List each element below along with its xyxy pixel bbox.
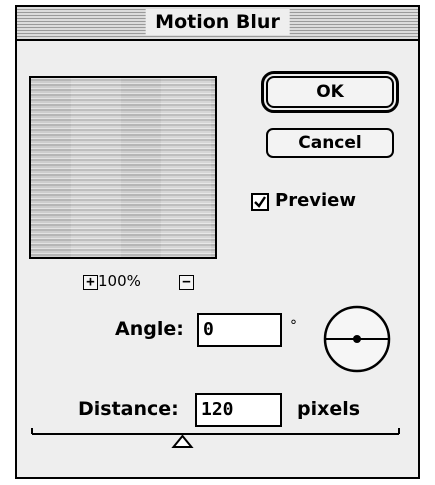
zoom-out-button[interactable]: − — [179, 275, 194, 290]
zoom-level: 100% — [98, 272, 141, 290]
title-bar[interactable]: Motion Blur — [17, 7, 418, 41]
distance-slider[interactable] — [28, 425, 403, 455]
distance-unit: pixels — [297, 398, 361, 420]
angle-input[interactable]: 0 — [197, 313, 282, 347]
degree-symbol: ° — [290, 318, 297, 334]
preview-checkbox[interactable] — [251, 193, 269, 211]
distance-input[interactable]: 120 — [195, 393, 282, 427]
triangle-thumb-icon[interactable] — [171, 434, 194, 448]
plus-icon: + — [86, 274, 95, 290]
preview-image[interactable] — [29, 76, 217, 259]
checkmark-icon — [254, 196, 266, 208]
minus-icon: − — [182, 274, 191, 290]
dialog-title: Motion Blur — [145, 9, 290, 35]
distance-label: Distance: — [78, 398, 179, 420]
zoom-in-button[interactable]: + — [83, 275, 98, 290]
preview-label: Preview — [275, 190, 357, 211]
angle-dial-icon[interactable] — [317, 299, 397, 379]
angle-label: Angle: — [115, 318, 184, 340]
cancel-button[interactable]: Cancel — [266, 128, 394, 158]
ok-button[interactable]: OK — [261, 71, 399, 113]
